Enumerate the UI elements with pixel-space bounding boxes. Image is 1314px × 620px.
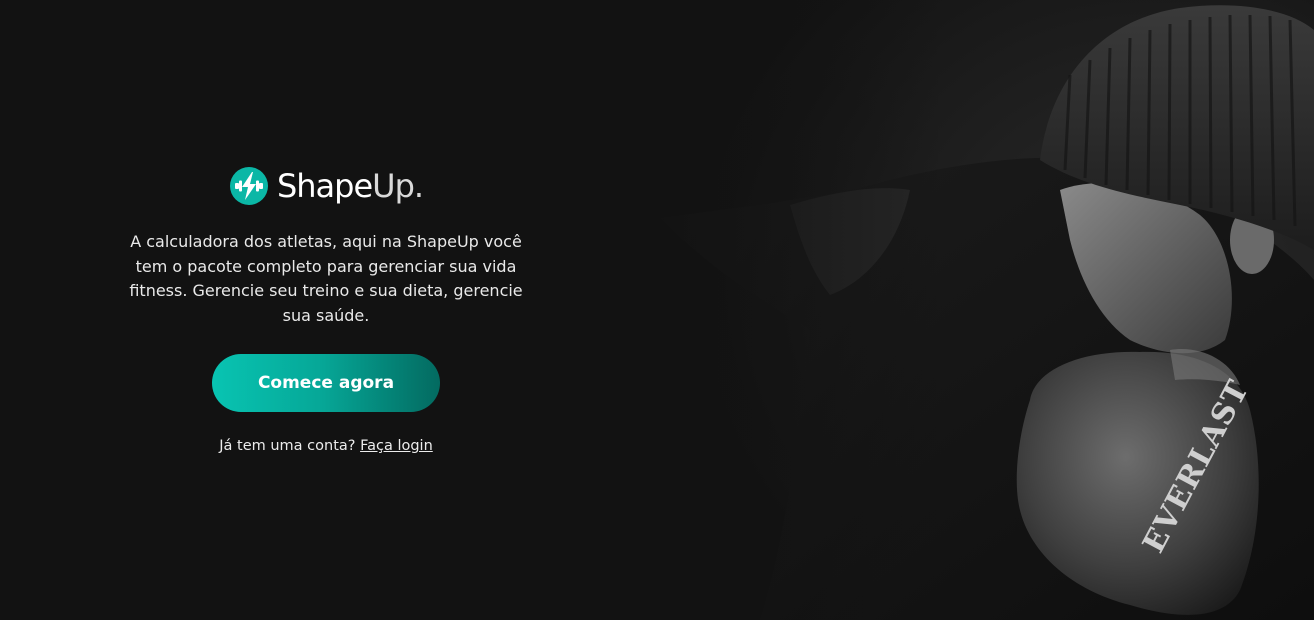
tagline: A calculadora dos atletas, aqui na Shape… <box>129 232 523 325</box>
start-now-button[interactable]: Comece agora <box>212 354 440 412</box>
login-link[interactable]: Faça login <box>360 438 433 454</box>
lightning-dumbbell-icon <box>229 167 268 205</box>
brand-name-tail: Up. <box>372 167 424 205</box>
login-prompt-text: Já tem uma conta? <box>219 438 356 454</box>
hero-image: EVERLAST <box>640 0 1314 620</box>
login-prompt: Já tem uma conta? Faça login <box>219 438 433 454</box>
intro-section: ShapeUp. A calculadora dos atletas, aqui… <box>110 160 542 454</box>
brand-name-main: Shape <box>276 167 373 205</box>
boxer-illustration: EVERLAST <box>640 0 1314 620</box>
brand: ShapeUp. <box>229 160 424 212</box>
brand-name: ShapeUp. <box>276 167 424 205</box>
landing-page: ShapeUp. A calculadora dos atletas, aqui… <box>0 0 1314 620</box>
